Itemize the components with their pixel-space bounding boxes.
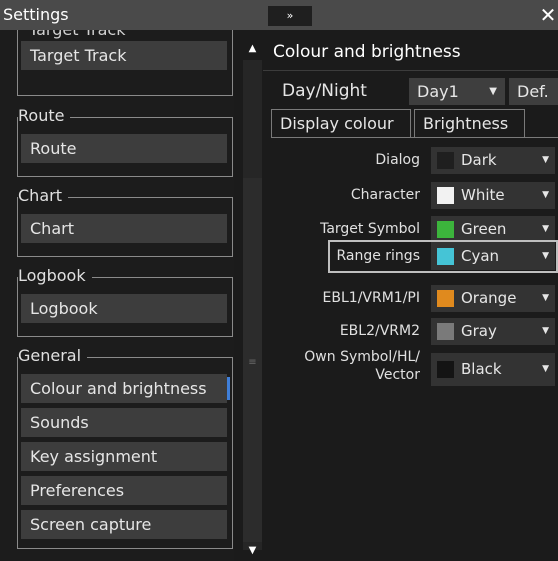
target-symbol-color-select[interactable]: Green ▼ [431, 216, 555, 243]
color-row-label: EBL2/VRM2 [339, 323, 420, 339]
color-row-range-rings: Range rings Cyan ▼ [263, 242, 558, 271]
close-button[interactable]: ✕ [538, 3, 558, 27]
group-label-logbook: Logbook [18, 266, 92, 286]
sidebar-item-logbook[interactable]: Logbook [21, 294, 227, 323]
double-chevron-icon: » [286, 9, 294, 22]
scroll-down-button[interactable]: ▼ [243, 542, 262, 560]
ebl1-color-select[interactable]: Orange ▼ [431, 285, 555, 312]
character-color-select[interactable]: White ▼ [431, 182, 555, 209]
sidebar-scrollbar[interactable]: ▲ ≡ ▼ [243, 30, 262, 561]
color-value: Cyan [461, 247, 500, 265]
group-label-general: General [18, 346, 88, 366]
chevron-down-icon: ▼ [542, 251, 549, 261]
color-swatch [437, 361, 454, 378]
window-title: Settings [3, 5, 69, 24]
sidebar-item-preferences[interactable]: Preferences [21, 476, 227, 505]
color-row-label: Target Symbol [320, 221, 420, 237]
day-night-label: Day/Night [282, 81, 367, 101]
color-value: Black [461, 360, 502, 378]
page-title: Colour and brightness [273, 42, 461, 62]
color-value: Dark [461, 151, 497, 169]
color-row-ebl1-vrm1-pi: EBL1/VRM1/PI Orange ▼ [263, 284, 558, 313]
sidebar-item-key-assignment[interactable]: Key assignment [21, 442, 227, 471]
tab-brightness[interactable]: Brightness [414, 109, 525, 138]
color-value: Gray [461, 322, 497, 340]
color-row-character: Character White ▼ [263, 181, 558, 210]
sidebar-item-target-track[interactable]: Target Track [21, 41, 227, 70]
group-general: General Colour and brightness Sounds Key… [17, 346, 233, 549]
color-swatch [437, 323, 454, 340]
group-target-track: Target Track [17, 30, 233, 96]
sidebar-item-screen-capture[interactable]: Screen capture [21, 510, 227, 539]
color-value: Green [461, 220, 507, 238]
chevron-down-icon: ▼ [542, 155, 549, 165]
group-label-chart: Chart [18, 186, 68, 206]
chevron-down-icon: ▼ [542, 293, 549, 303]
day-night-value: Day1 [417, 82, 459, 101]
triangle-up-icon: ▲ [248, 43, 257, 54]
own-symbol-color-select[interactable]: Black ▼ [431, 353, 555, 386]
color-swatch [437, 152, 454, 169]
ebl2-color-select[interactable]: Gray ▼ [431, 318, 555, 345]
color-row-label: Character [350, 187, 420, 203]
dialog-color-select[interactable]: Dark ▼ [431, 147, 555, 174]
scroll-thumb[interactable]: ≡ [243, 178, 262, 542]
title-bar: Settings » ✕ [0, 0, 558, 30]
sidebar-item-colour-and-brightness[interactable]: Colour and brightness [21, 374, 230, 403]
sidebar-item-sounds[interactable]: Sounds [21, 408, 227, 437]
settings-navigation: Target Track Target Track Route Route Ch… [0, 30, 234, 561]
color-row-label: EBL1/VRM1/PI [322, 290, 420, 306]
tab-bar: Display colour Brightness [271, 109, 558, 138]
range-rings-color-select[interactable]: Cyan ▼ [431, 243, 555, 270]
color-value: White [461, 186, 505, 204]
grip-icon: ≡ [248, 357, 257, 368]
close-icon: ✕ [539, 3, 557, 27]
chevron-down-icon: ▼ [542, 364, 549, 374]
tab-display-colour[interactable]: Display colour [271, 109, 411, 138]
triangle-down-icon: ▼ [248, 545, 257, 556]
sidebar-item-route[interactable]: Route [21, 134, 227, 163]
group-logbook: Logbook Logbook [17, 266, 233, 337]
scroll-up-button[interactable]: ▲ [243, 40, 262, 58]
sidebar-item-chart[interactable]: Chart [21, 214, 227, 243]
default-button[interactable]: Def. [509, 78, 558, 105]
group-label-route: Route [18, 106, 71, 126]
color-row-ebl2-vrm2: EBL2/VRM2 Gray ▼ [263, 317, 558, 346]
chevron-down-icon: ▼ [489, 86, 497, 97]
day-night-select[interactable]: Day1 ▼ [409, 78, 505, 105]
color-value: Orange [461, 289, 517, 307]
chevron-down-icon: ▼ [542, 326, 549, 336]
group-chart: Chart Chart [17, 186, 233, 257]
settings-content: Colour and brightness Day/Night Day1 ▼ D… [263, 30, 558, 561]
day-night-row: Day/Night Day1 ▼ Def. [263, 76, 558, 106]
chevron-down-icon: ▼ [542, 224, 549, 234]
color-swatch [437, 248, 454, 265]
divider [263, 70, 558, 71]
chevron-down-icon: ▼ [542, 190, 549, 200]
color-row-dialog: Dialog Dark ▼ [263, 146, 558, 175]
group-route: Route Route [17, 106, 233, 177]
color-row-label: Dialog [375, 152, 420, 168]
color-swatch [437, 290, 454, 307]
color-swatch [437, 221, 454, 238]
collapse-panel-button[interactable]: » [268, 6, 312, 26]
color-row-own-symbol: Own Symbol/HL/ Vector Black ▼ [263, 349, 558, 390]
color-row-label: Own Symbol/HL/ Vector [304, 349, 420, 383]
color-swatch [437, 187, 454, 204]
color-row-label: Range rings [336, 248, 420, 264]
